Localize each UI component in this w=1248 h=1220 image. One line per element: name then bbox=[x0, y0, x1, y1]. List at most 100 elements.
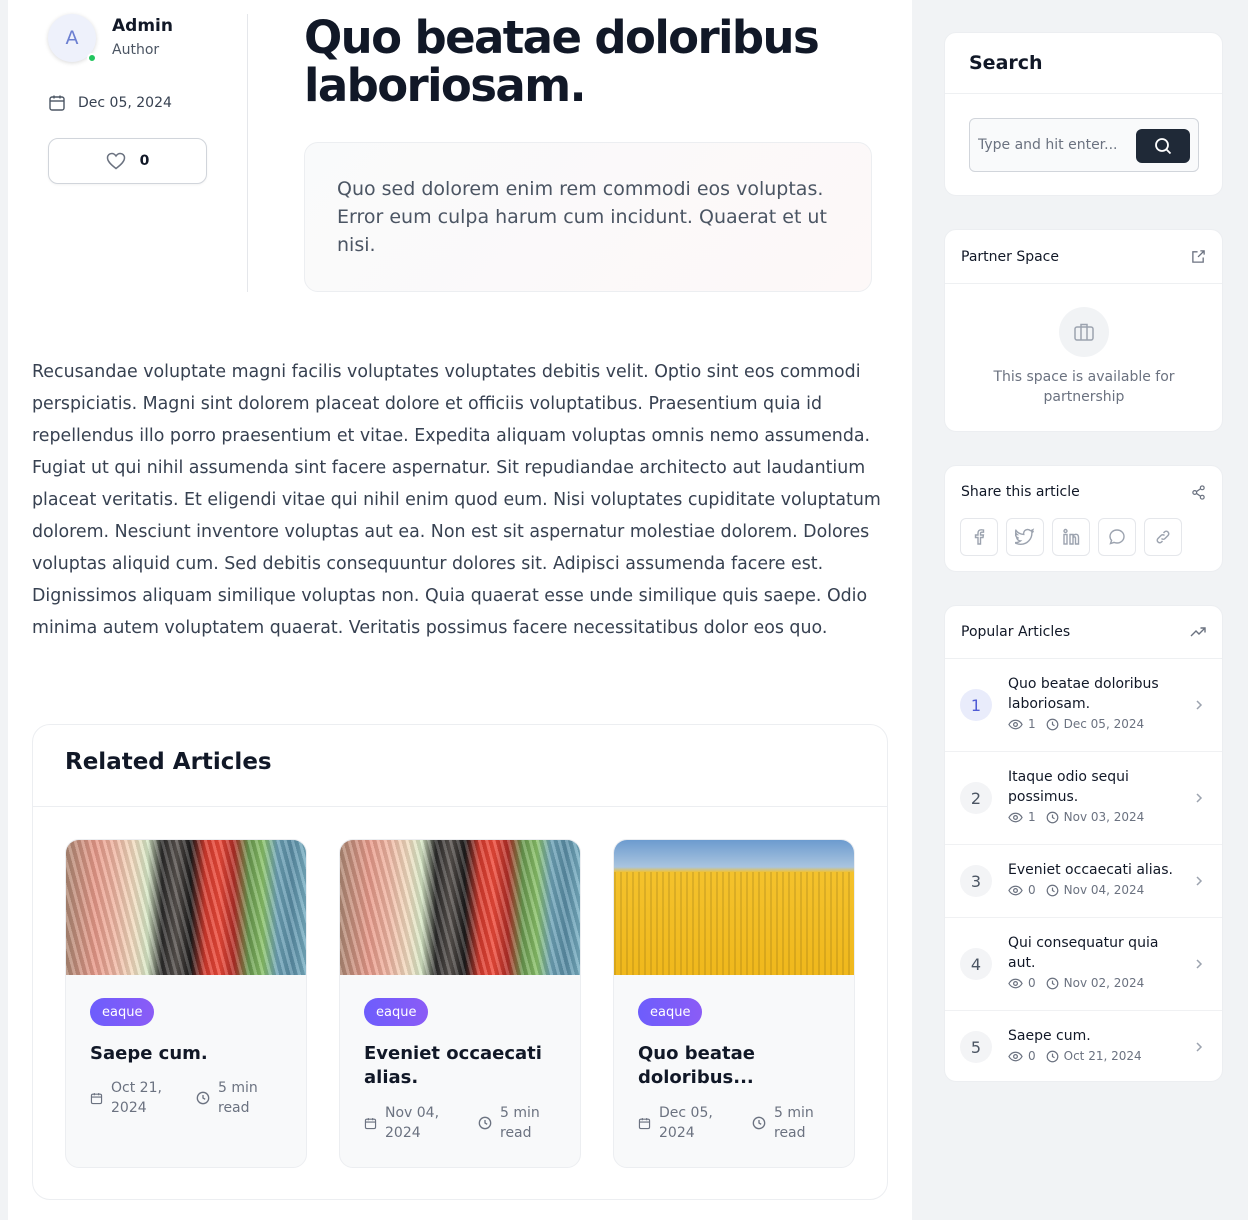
article-main: A Admin Author Dec 05, 2024 0 Quo beatae… bbox=[8, 0, 912, 1220]
card-tag[interactable]: eaque bbox=[364, 998, 429, 1026]
popular-article-title[interactable]: Saepe cum. bbox=[1008, 1026, 1178, 1046]
card-date-text: Oct 21, 2024 bbox=[111, 1080, 162, 1116]
popular-date: Nov 04, 2024 bbox=[1063, 883, 1145, 897]
clock-icon bbox=[1046, 1050, 1059, 1063]
share-facebook-button[interactable] bbox=[960, 518, 998, 556]
chevron-right-icon bbox=[1193, 1041, 1205, 1053]
heart-icon bbox=[106, 152, 126, 170]
calendar-icon bbox=[90, 1092, 103, 1105]
eye-icon bbox=[1008, 812, 1023, 823]
twitter-icon bbox=[1015, 528, 1035, 546]
author-name[interactable]: Admin bbox=[112, 16, 173, 36]
card-image-colorful-wires[interactable] bbox=[66, 840, 306, 975]
calendar-icon bbox=[638, 1117, 651, 1130]
popular-article-title[interactable]: Qui consequatur quia aut. bbox=[1008, 933, 1178, 973]
article-excerpt: Quo sed dolorem enim rem commodi eos vol… bbox=[304, 142, 872, 292]
popular-article-meta: 1 Nov 03, 2024 bbox=[1008, 810, 1144, 824]
search-box bbox=[969, 118, 1199, 172]
card-meta: Oct 21, 2024 5 min read bbox=[90, 1078, 290, 1118]
card-date: Oct 21, 2024 bbox=[90, 1078, 168, 1118]
card-title[interactable]: Saepe cum. bbox=[90, 1042, 290, 1066]
search-widget-title: Search bbox=[945, 33, 1222, 94]
view-count: 1 bbox=[1028, 717, 1036, 731]
clock-icon bbox=[1046, 718, 1059, 731]
popular-article-item[interactable]: 1 Quo beatae doloribus laboriosam. 1 Dec… bbox=[945, 659, 1222, 752]
eye-icon bbox=[1008, 719, 1023, 730]
chevron-right-icon bbox=[1193, 792, 1205, 804]
linkedin-icon bbox=[1062, 528, 1080, 546]
search-button[interactable] bbox=[1136, 129, 1190, 163]
card-read-time-text: 5 min read bbox=[774, 1105, 814, 1141]
partner-space-header: Partner Space bbox=[945, 230, 1222, 284]
card-date: Dec 05, 2024 bbox=[638, 1103, 724, 1143]
share-linkedin-button[interactable] bbox=[1052, 518, 1090, 556]
like-count: 0 bbox=[139, 153, 150, 169]
card-title[interactable]: Eveniet occaecati alias. bbox=[364, 1042, 564, 1090]
card-read-time: 5 min read bbox=[752, 1103, 816, 1143]
popular-rank: 3 bbox=[960, 865, 992, 897]
popular-articles-header: Popular Articles bbox=[945, 606, 1222, 659]
card-tag[interactable]: eaque bbox=[90, 998, 155, 1026]
search-icon bbox=[1154, 137, 1172, 155]
share-widget: Share this article bbox=[944, 465, 1223, 572]
external-link-icon[interactable] bbox=[1191, 249, 1206, 264]
popular-rank: 4 bbox=[960, 948, 992, 980]
partner-space-title: Partner Space bbox=[961, 248, 1059, 265]
eye-icon bbox=[1008, 885, 1023, 896]
popular-date: Nov 02, 2024 bbox=[1063, 976, 1145, 990]
popular-rank: 1 bbox=[960, 689, 992, 721]
share-whatsapp-button[interactable] bbox=[1098, 518, 1136, 556]
calendar-icon bbox=[48, 94, 66, 112]
related-card[interactable]: eaque Eveniet occaecati alias. Nov 04, 2… bbox=[339, 839, 581, 1168]
popular-article-title[interactable]: Eveniet occaecati alias. bbox=[1008, 860, 1178, 880]
share-buttons bbox=[960, 518, 1182, 556]
card-tag[interactable]: eaque bbox=[638, 998, 703, 1026]
view-count: 0 bbox=[1028, 883, 1036, 897]
card-image-colorful-wires[interactable] bbox=[340, 840, 580, 975]
popular-article-item[interactable]: 3 Eveniet occaecati alias. 0 Nov 04, 202… bbox=[945, 845, 1222, 918]
avatar-initial: A bbox=[65, 27, 79, 49]
article-body: Recusandae voluptate magni facilis volup… bbox=[32, 362, 881, 638]
share-twitter-button[interactable] bbox=[1006, 518, 1044, 556]
related-articles-heading: Related Articles bbox=[33, 725, 887, 807]
card-meta: Nov 04, 2024 5 min read bbox=[364, 1103, 564, 1143]
popular-article-title[interactable]: Itaque odio sequi possimus. bbox=[1008, 767, 1178, 807]
trending-up-icon bbox=[1190, 625, 1206, 639]
card-title[interactable]: Quo beatae doloribus... bbox=[638, 1042, 838, 1090]
popular-article-item[interactable]: 2 Itaque odio sequi possimus. 1 Nov 03, … bbox=[945, 752, 1222, 845]
popular-rank: 5 bbox=[960, 1031, 992, 1063]
related-articles-section: Related Articles eaque Saepe cum. Oct 21… bbox=[32, 724, 888, 1200]
popular-articles-title: Popular Articles bbox=[961, 624, 1071, 640]
view-count: 1 bbox=[1028, 810, 1036, 824]
popular-article-item[interactable]: 5 Saepe cum. 0 Oct 21, 2024 bbox=[945, 1011, 1222, 1081]
search-title-text: Search bbox=[969, 52, 1043, 74]
related-card[interactable]: eaque Quo beatae doloribus... Dec 05, 20… bbox=[613, 839, 855, 1168]
publish-date-text: Dec 05, 2024 bbox=[78, 95, 172, 111]
author-column: A Admin Author Dec 05, 2024 0 bbox=[48, 14, 248, 292]
popular-article-title[interactable]: Quo beatae doloribus laboriosam. bbox=[1008, 674, 1178, 714]
clock-icon bbox=[1046, 884, 1059, 897]
clock-icon bbox=[752, 1116, 766, 1130]
card-read-time-text: 5 min read bbox=[218, 1080, 258, 1116]
clock-icon bbox=[196, 1091, 210, 1105]
popular-articles-widget: Popular Articles 1 Quo beatae doloribus … bbox=[944, 605, 1223, 1082]
card-date-text: Nov 04, 2024 bbox=[385, 1105, 440, 1141]
copy-link-button[interactable] bbox=[1144, 518, 1182, 556]
popular-article-meta: 0 Oct 21, 2024 bbox=[1008, 1049, 1142, 1063]
popular-date: Nov 03, 2024 bbox=[1063, 810, 1145, 824]
eye-icon bbox=[1008, 978, 1023, 989]
search-input[interactable] bbox=[978, 129, 1128, 161]
author-role: Author bbox=[112, 42, 160, 58]
card-image-yellow-building[interactable] bbox=[614, 840, 854, 975]
share-title: Share this article bbox=[961, 484, 1080, 500]
clock-icon bbox=[1046, 977, 1059, 990]
publish-date: Dec 05, 2024 bbox=[48, 94, 172, 112]
eye-icon bbox=[1008, 1051, 1023, 1062]
calendar-icon bbox=[364, 1117, 377, 1130]
chat-icon bbox=[1108, 528, 1126, 546]
briefcase-icon bbox=[1059, 307, 1109, 357]
like-button[interactable]: 0 bbox=[48, 138, 207, 184]
popular-date: Dec 05, 2024 bbox=[1063, 717, 1145, 731]
related-card[interactable]: eaque Saepe cum. Oct 21, 2024 5 min read bbox=[65, 839, 307, 1168]
popular-article-item[interactable]: 4 Qui consequatur quia aut. 0 Nov 02, 20… bbox=[945, 918, 1222, 1011]
